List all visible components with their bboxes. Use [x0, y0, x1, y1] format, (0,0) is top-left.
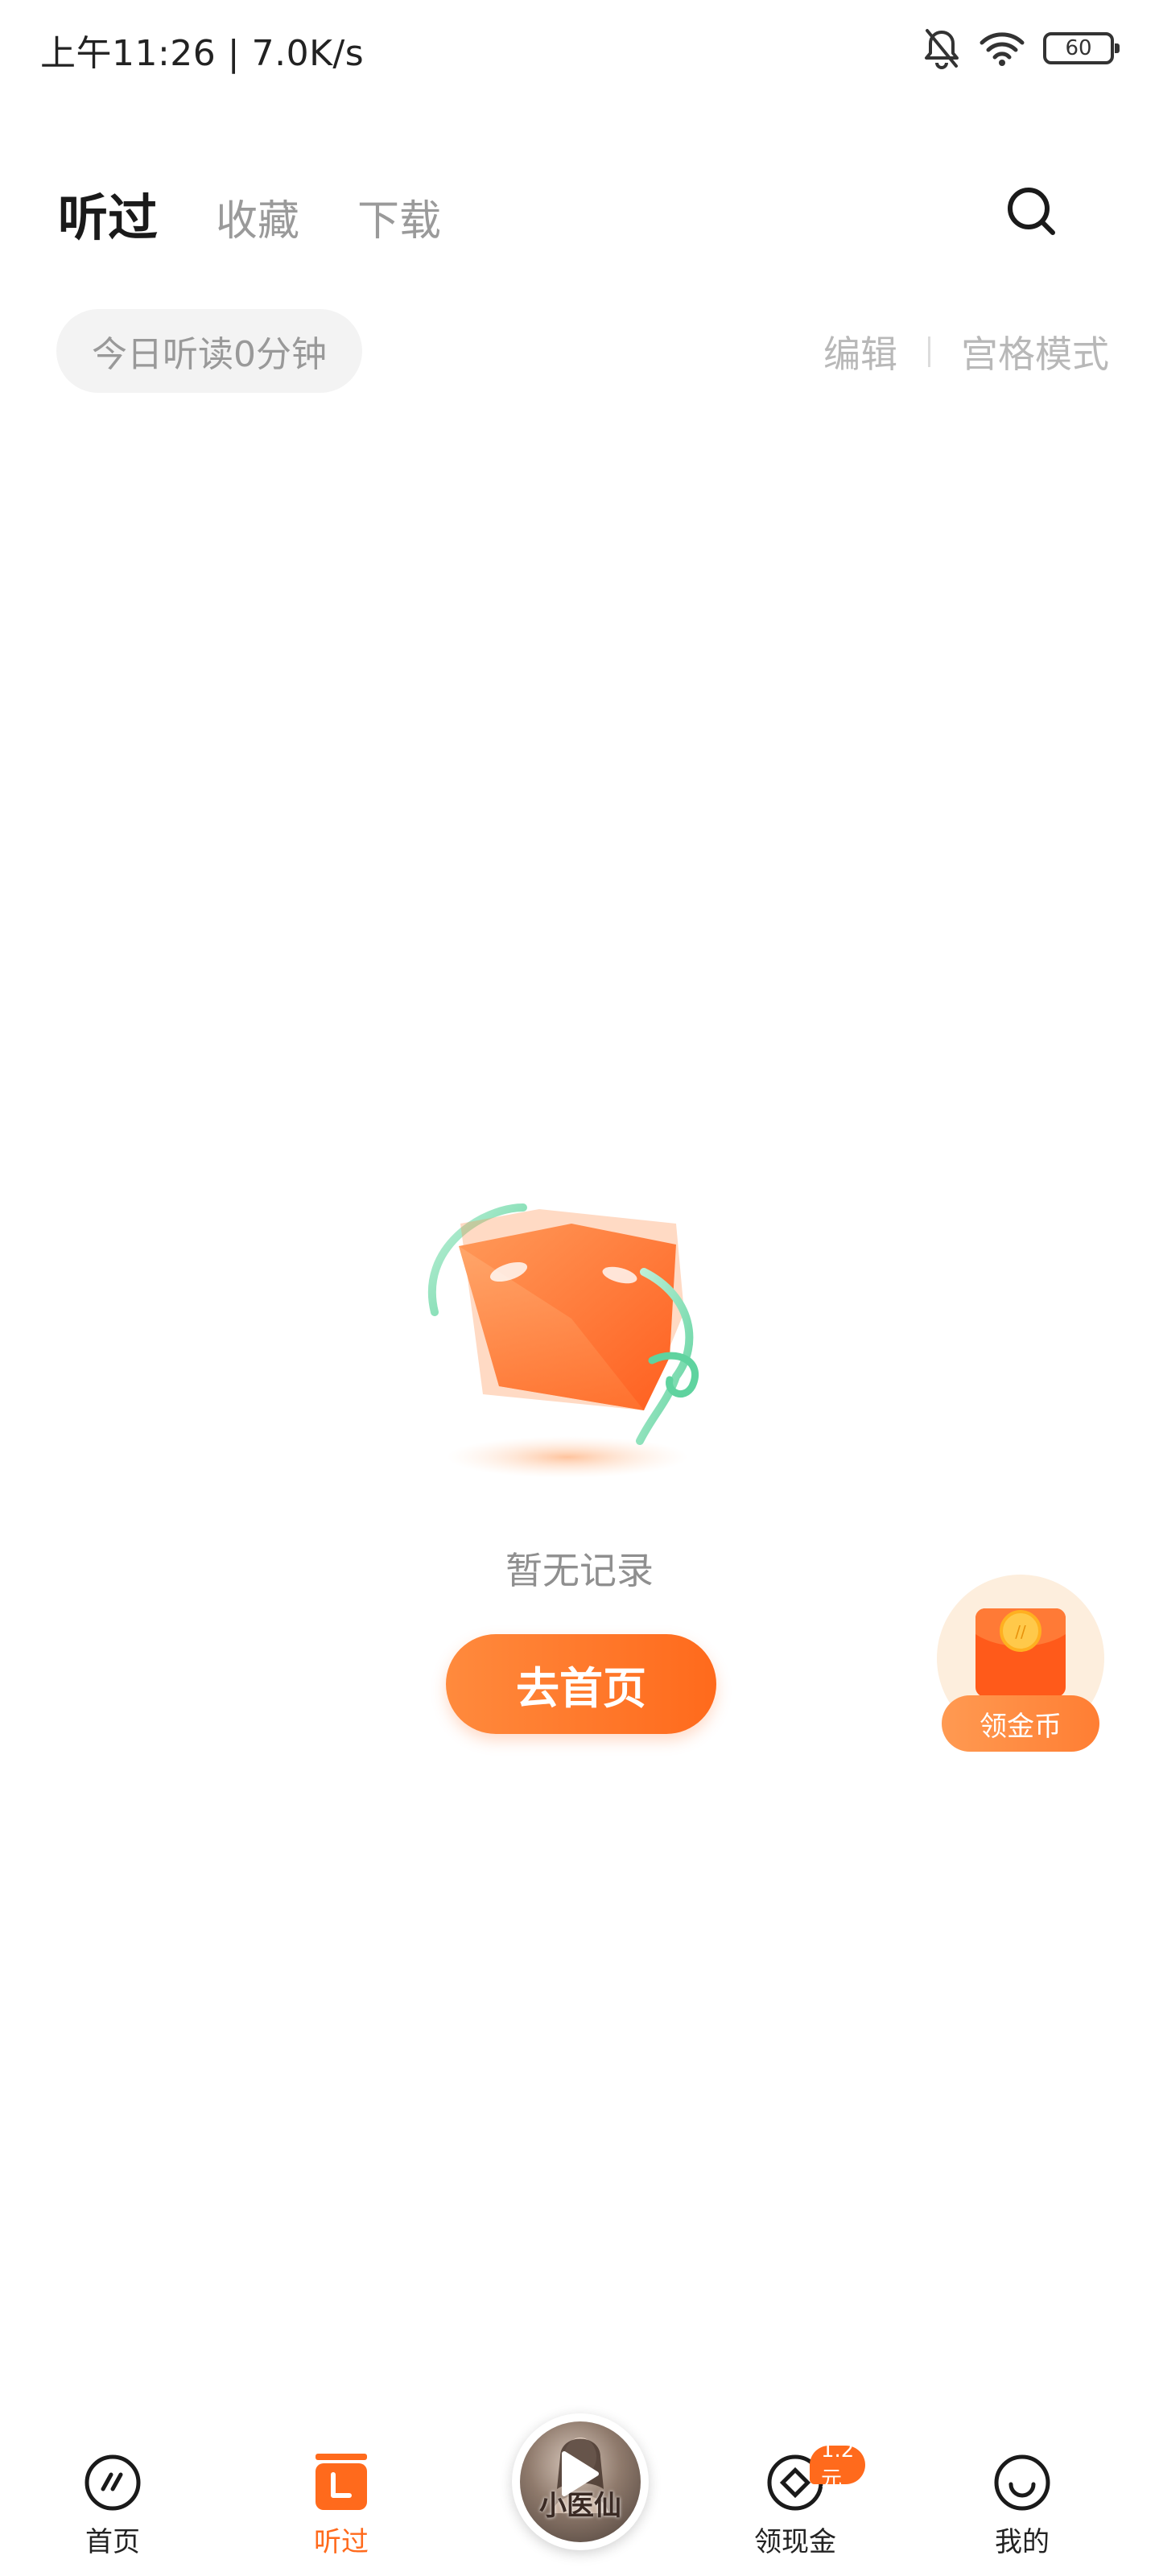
status-time: 上午11:26 | 7.0K/s: [40, 33, 365, 74]
nav-cash[interactable]: 领现金 1.2元: [731, 2438, 866, 2559]
red-envelope-icon: //: [975, 1608, 1066, 1697]
reading-time-text: 今日听读0分钟: [92, 334, 327, 375]
nav-history[interactable]: 听过: [277, 2452, 406, 2559]
list-actions: 编辑 宫格模式: [823, 325, 1109, 378]
svg-text://: //: [1015, 1622, 1026, 1641]
tab-favorites[interactable]: 收藏: [216, 187, 299, 247]
reading-time-pill: 今日听读0分钟: [56, 309, 362, 393]
edit-button[interactable]: 编辑: [823, 325, 897, 378]
nav-history-label: 听过: [314, 2526, 369, 2558]
history-icon: [316, 2454, 367, 2510]
nav-me-label: 我的: [995, 2526, 1050, 2558]
battery-indicator: 60: [1043, 32, 1120, 64]
nav-cash-label: 领现金: [754, 2526, 836, 2558]
top-tabs: 听过 收藏 下载: [58, 177, 441, 250]
claim-coins-widget[interactable]: // 领金币: [934, 1575, 1107, 1752]
empty-box-illustration: [427, 1203, 699, 1478]
wifi-icon: [980, 32, 1025, 66]
claim-coins-label: 领金币: [942, 1695, 1099, 1752]
history-page: 上午11:26 | 7.0K/s 60 听过 收藏 下载 今日听读0分钟 编辑 …: [0, 0, 1159, 2576]
nav-home-label: 首页: [85, 2526, 140, 2558]
divider: [928, 336, 930, 367]
status-icons: 60: [922, 26, 1120, 71]
tab-history[interactable]: 听过: [58, 177, 158, 250]
nav-me[interactable]: 我的: [958, 2452, 1087, 2559]
mini-player[interactable]: 小医仙: [512, 2413, 649, 2550]
battery-level: 60: [1065, 36, 1092, 60]
go-home-button[interactable]: 去首页: [446, 1634, 716, 1734]
search-icon[interactable]: [1001, 181, 1062, 242]
home-icon: [85, 2454, 141, 2511]
nav-home[interactable]: 首页: [48, 2452, 177, 2559]
grid-mode-button[interactable]: 宫格模式: [961, 325, 1109, 378]
status-bar: 上午11:26 | 7.0K/s 60: [0, 0, 1159, 97]
play-icon[interactable]: [548, 2446, 604, 2502]
bell-muted-icon: [925, 29, 959, 69]
cash-badge: 1.2元: [810, 2438, 866, 2491]
tab-downloads[interactable]: 下载: [357, 187, 441, 247]
smile-icon: [994, 2454, 1050, 2511]
